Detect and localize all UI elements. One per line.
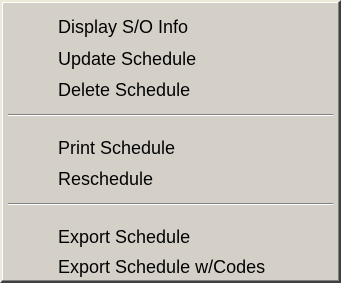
menu-item-export-schedule[interactable]: Export Schedule — [58, 223, 190, 251]
menu-item-export-schedule-with-codes[interactable]: Export Schedule w/Codes — [58, 253, 265, 281]
menu-separator — [8, 203, 333, 205]
menu-item-print-schedule[interactable]: Print Schedule — [58, 134, 175, 162]
context-menu: Display S/O Info Update Schedule Delete … — [0, 0, 341, 283]
menu-item-reschedule[interactable]: Reschedule — [58, 165, 153, 193]
menu-item-update-schedule[interactable]: Update Schedule — [58, 45, 196, 73]
menu-separator — [8, 114, 333, 116]
menu-item-delete-schedule[interactable]: Delete Schedule — [58, 76, 190, 104]
menu-item-display-so-info[interactable]: Display S/O Info — [58, 13, 188, 41]
